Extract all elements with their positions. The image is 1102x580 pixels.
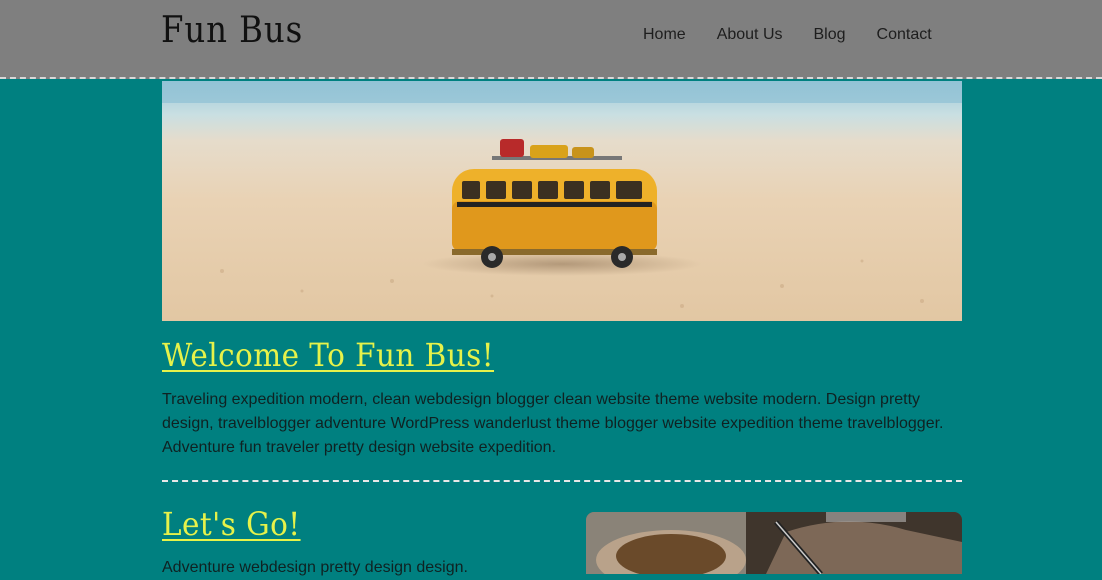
welcome-paragraph: Traveling expedition modern, clean webde… [162, 391, 944, 456]
section-divider [162, 480, 962, 482]
site-header: Fun Bus Home About Us Blog Contact [0, 0, 1102, 79]
main-nav: Home About Us Blog Contact [643, 26, 963, 44]
nav-contact-link[interactable]: Contact [877, 26, 932, 44]
letsgo-heading[interactable]: Let's Go! [162, 505, 301, 543]
welcome-heading[interactable]: Welcome To Fun Bus! [162, 336, 494, 374]
letsgo-paragraph: Adventure webdesign pretty design design… [162, 559, 468, 576]
nav-home-link[interactable]: Home [643, 26, 686, 44]
hero-image [162, 81, 962, 321]
map-pen-image [586, 512, 962, 574]
nav-blog-link[interactable]: Blog [814, 26, 846, 44]
nav-about-link[interactable]: About Us [717, 26, 783, 44]
site-logo[interactable]: Fun Bus [161, 10, 303, 51]
